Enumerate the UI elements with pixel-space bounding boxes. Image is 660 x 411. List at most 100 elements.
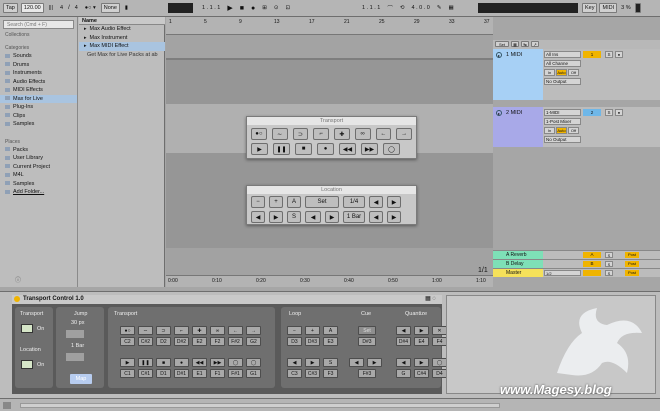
monitor-button[interactable]: Off (568, 69, 579, 76)
jump-slider-2[interactable] (66, 353, 84, 361)
category-item[interactable]: Plug-Ins (0, 103, 77, 112)
io-icon[interactable]: ↹ (521, 41, 529, 47)
ffwd-button[interactable]: ▶▶ (361, 143, 378, 155)
right-button[interactable]: → (396, 128, 412, 140)
pause-button[interactable]: ❚❚ (273, 143, 290, 155)
curve-button[interactable]: ⌐ (313, 128, 329, 140)
rewind-button[interactable]: ◀◀ (339, 143, 356, 155)
prev3-button[interactable]: ◀ (305, 211, 321, 223)
place-item[interactable]: M4L (0, 171, 77, 180)
follow-icon[interactable]: ▮ (123, 3, 130, 13)
arm-button[interactable]: ● (615, 109, 623, 116)
place-item[interactable]: Samples (0, 180, 77, 189)
category-item[interactable]: Clips (0, 112, 77, 121)
file-item[interactable]: ▸ Max MIDI Effect (79, 42, 165, 51)
bar-button[interactable]: 1 Bar (343, 211, 365, 223)
status-scroll[interactable] (20, 403, 500, 408)
quarter-button[interactable]: 1/4 (343, 196, 365, 208)
transport-map-button[interactable]: ◯ (246, 358, 261, 367)
loop-a[interactable]: A (323, 326, 338, 335)
post-button[interactable]: Post (625, 261, 639, 267)
category-item[interactable]: Audio Effects (0, 78, 77, 87)
quant-circle[interactable]: ◯ (432, 358, 447, 367)
cycle-button[interactable]: ◯ (383, 143, 400, 155)
master-out-menu[interactable]: 1/2 (544, 270, 581, 276)
record-icon[interactable]: ● (249, 3, 257, 13)
transport-map-button[interactable]: ⌐ (174, 326, 189, 335)
quantize-menu[interactable]: None (100, 3, 120, 13)
s-button[interactable]: S (287, 211, 301, 223)
cue-next[interactable]: ▶ (367, 358, 382, 367)
set-button[interactable]: Set (495, 41, 509, 47)
transport-map-button[interactable]: ▶ (120, 358, 135, 367)
post-button[interactable]: Post (625, 270, 639, 276)
time-ruler[interactable]: 0:00 0:10 0:20 0:30 0:40 0:50 1:00 1:10 (166, 275, 493, 287)
jump-value[interactable]: 30 px (71, 320, 84, 326)
return-solo[interactable]: S (605, 261, 613, 267)
nudge-icon[interactable]: ||| (47, 3, 55, 13)
info-icon[interactable]: ⓘ (15, 275, 21, 284)
loop-length[interactable]: 4 . 0 . 0 (409, 3, 431, 13)
prev4-button[interactable]: ◀ (369, 211, 383, 223)
tilde-button[interactable]: ∼ (271, 128, 288, 140)
transport-map-button[interactable]: ✚ (192, 326, 207, 335)
bar-value[interactable]: 1 Bar (71, 343, 84, 349)
left-button[interactable]: ← (375, 128, 392, 140)
file-item[interactable]: ▸ Max Audio Effect (79, 25, 165, 34)
track-number[interactable]: 2 (583, 109, 601, 116)
record-button[interactable]: ● (317, 143, 334, 155)
loop-prev[interactable]: ◀ (287, 358, 302, 367)
beat-ruler[interactable]: 1 5 9 13 17 21 25 29 33 37 (166, 17, 493, 35)
track-name-area[interactable]: ▸ 2 MIDI (493, 107, 543, 147)
track-number[interactable]: 1 (583, 51, 601, 58)
arm-button[interactable]: ● (615, 51, 623, 58)
return-letter[interactable]: A (583, 252, 601, 258)
post-button[interactable]: Post (625, 252, 639, 258)
track-header[interactable]: ▸ 2 MIDI 1-MIDI 1-Post Mixer In Auto Off No Out… (493, 107, 660, 147)
place-item[interactable]: Add Folder... (0, 188, 77, 197)
file-expand-icon[interactable]: ▸ (84, 35, 87, 41)
loop-button[interactable]: ⊃ (292, 128, 309, 140)
minus-button[interactable]: − (251, 196, 265, 208)
category-item[interactable]: Max for Live (0, 94, 77, 103)
name-column-header[interactable]: Name (79, 17, 165, 25)
file-item[interactable]: ▸ Max Instrument (79, 34, 165, 43)
transport-map-button[interactable]: ■ (156, 358, 171, 367)
transport-map-button[interactable]: ∞ (210, 326, 225, 335)
key-map-button[interactable]: Key (582, 3, 598, 13)
cue-prev[interactable]: ◀ (349, 358, 364, 367)
file-expand-icon[interactable]: ▸ (84, 26, 87, 32)
plus-loc-button[interactable]: + (269, 196, 283, 208)
return-solo[interactable]: S (605, 270, 613, 276)
grid-icon[interactable]: ▦ (511, 41, 519, 47)
return-track[interactable]: B Delay B S Post (493, 259, 660, 268)
location-on-toggle[interactable] (21, 360, 33, 369)
transport-map-button[interactable]: ●○ (120, 326, 135, 335)
status-left-icon[interactable] (3, 402, 11, 409)
file-expand-icon[interactable]: ▸ (84, 43, 87, 49)
keyboard-icon[interactable]: ▦ (446, 3, 455, 13)
quant-x[interactable]: ✕ (432, 326, 447, 335)
transport-map-button[interactable]: ◯ (228, 358, 243, 367)
device-power-icon[interactable] (14, 296, 20, 302)
cue-set-button[interactable]: Set (358, 326, 376, 335)
monitor-button[interactable]: Auto (556, 127, 567, 134)
return-letter[interactable]: B (583, 261, 601, 267)
input-channel-menu[interactable]: All Channe (544, 60, 581, 67)
loop-plus[interactable]: + (305, 326, 320, 335)
monitor-button[interactable]: Off (568, 127, 579, 134)
transport-map-button[interactable]: ∼ (138, 326, 153, 335)
draw-icon[interactable]: ✎ (435, 3, 444, 13)
play-icon[interactable]: ▶ (225, 3, 234, 13)
zoom-ratio[interactable]: 1/1 (478, 267, 488, 274)
return-letter[interactable] (583, 270, 601, 276)
loop-start[interactable]: 1 . 1 . 1 (360, 3, 382, 13)
jump-slider-1[interactable] (66, 330, 84, 338)
sig-num[interactable]: 4 (58, 3, 65, 13)
track-name-area[interactable]: ▸ 1 MIDI (493, 49, 543, 100)
output-type-menu[interactable]: No Output (544, 136, 581, 143)
place-item[interactable]: Packs (0, 146, 77, 155)
transport-map-button[interactable]: ● (174, 358, 189, 367)
transport-map-button[interactable]: → (246, 326, 261, 335)
metro-button[interactable]: ●○ (251, 128, 267, 140)
